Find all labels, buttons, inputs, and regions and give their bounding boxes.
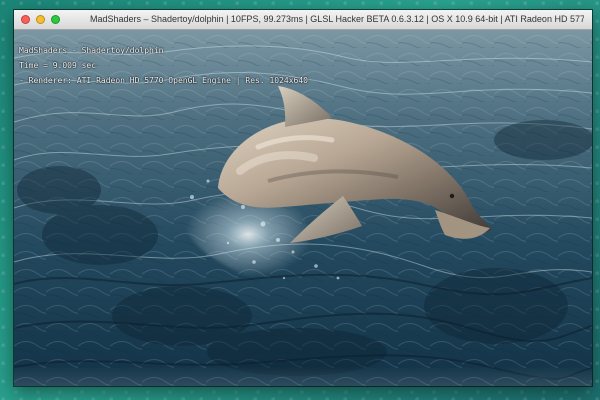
shader-render-canvas[interactable]: MadShaders - Shadertoy/dolphin Time = 9.… <box>14 30 592 386</box>
renderer-text: - Renderer: ATI Radeon HD 5770 OpenGL En… <box>19 76 308 85</box>
zoom-icon[interactable] <box>51 15 60 24</box>
minimize-icon[interactable] <box>36 15 45 24</box>
window-title: MadShaders – Shadertoy/dolphin | 10FPS, … <box>90 14 584 24</box>
close-icon[interactable] <box>21 15 30 24</box>
render-window[interactable]: MadShaders – Shadertoy/dolphin | 10FPS, … <box>14 10 592 386</box>
window-controls <box>21 15 60 24</box>
shader-name-text: MadShaders - Shadertoy/dolphin <box>19 46 164 55</box>
time-text: Time = 9.009 sec <box>19 61 97 70</box>
shader-status-overlay: MadShaders - Shadertoy/dolphin Time = 9.… <box>19 43 308 88</box>
window-titlebar[interactable]: MadShaders – Shadertoy/dolphin | 10FPS, … <box>14 10 592 30</box>
